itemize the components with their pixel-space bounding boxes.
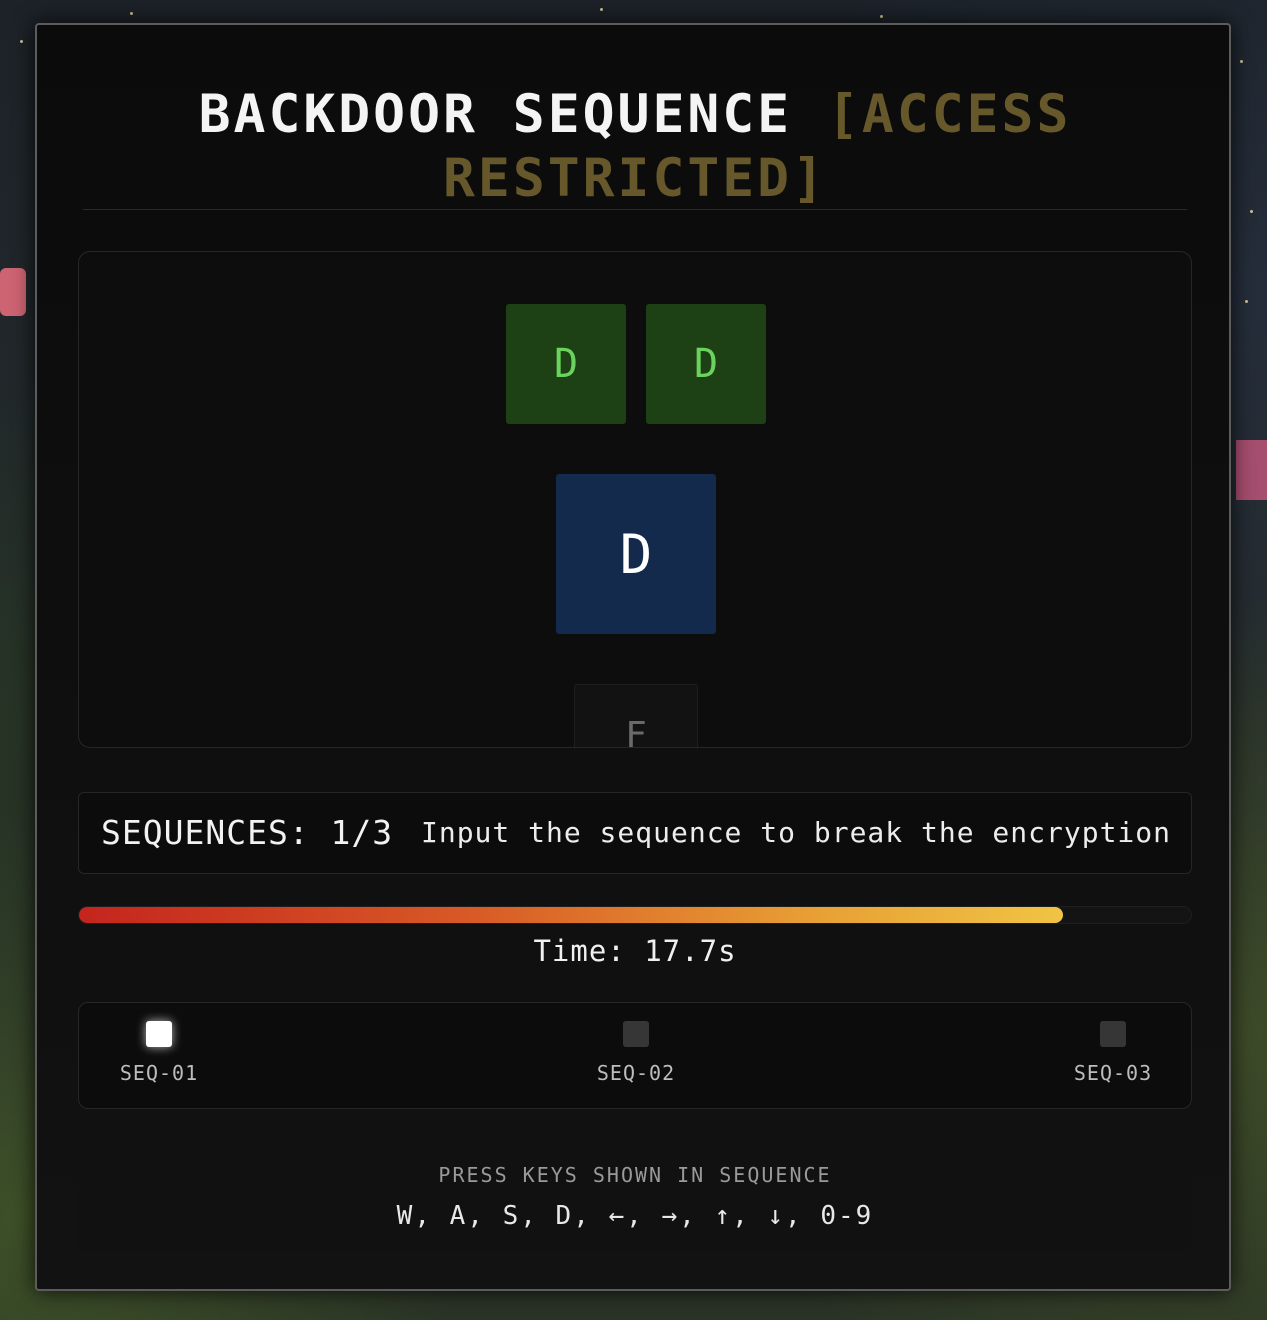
controls-help: PRESS KEYS SHOWN IN SEQUENCE W, A, S, D,…: [78, 1142, 1192, 1252]
sequence-step: SEQ-02: [576, 1021, 696, 1085]
status-bar: SEQUENCES: 1/3 Input the sequence to bre…: [78, 792, 1192, 874]
completed-key: D: [646, 304, 766, 424]
step-indicator: [1100, 1021, 1126, 1047]
sequence-step: SEQ-03: [1053, 1021, 1173, 1085]
sequence-step: SEQ-01: [99, 1021, 219, 1085]
help-keys: W, A, S, D, ←, →, ↑, ↓, 0-9: [396, 1201, 874, 1231]
step-label: SEQ-03: [1073, 1061, 1153, 1085]
sequences-counter: SEQUENCES: 1/3: [101, 813, 394, 852]
title-divider: [83, 209, 1187, 210]
background-object: [1236, 440, 1267, 500]
background-light: [600, 8, 603, 11]
timer-bar-fill: [79, 907, 1064, 923]
background-light: [880, 15, 883, 18]
background-light: [1245, 300, 1248, 303]
completed-key: D: [506, 304, 626, 424]
background-light: [130, 12, 133, 15]
help-title: PRESS KEYS SHOWN IN SEQUENCE: [438, 1163, 832, 1187]
step-indicator: [623, 1021, 649, 1047]
background-light: [1240, 60, 1243, 63]
timer-bar: [78, 906, 1192, 924]
step-label: SEQ-02: [596, 1061, 676, 1085]
step-label: SEQ-01: [119, 1061, 199, 1085]
step-indicator: [146, 1021, 172, 1047]
title-main: BACKDOOR SEQUENCE: [198, 84, 793, 145]
backdoor-minigame-panel: BACKDOOR SEQUENCE [ACCESS RESTRICTED] D …: [35, 23, 1231, 1291]
background-light: [20, 40, 23, 43]
next-key: F: [574, 684, 698, 747]
background-light: [1250, 210, 1253, 213]
current-key: D: [556, 474, 716, 634]
background-object: [0, 268, 26, 316]
sequence-progress: SEQ-01 SEQ-02 SEQ-03: [78, 1002, 1192, 1109]
instruction-text: Input the sequence to break the encrypti…: [420, 816, 1171, 849]
panel-title: BACKDOOR SEQUENCE [ACCESS RESTRICTED]: [37, 83, 1233, 211]
timer-label: Time: 17.7s: [533, 934, 737, 968]
sequence-stage: D D D F: [78, 251, 1192, 748]
